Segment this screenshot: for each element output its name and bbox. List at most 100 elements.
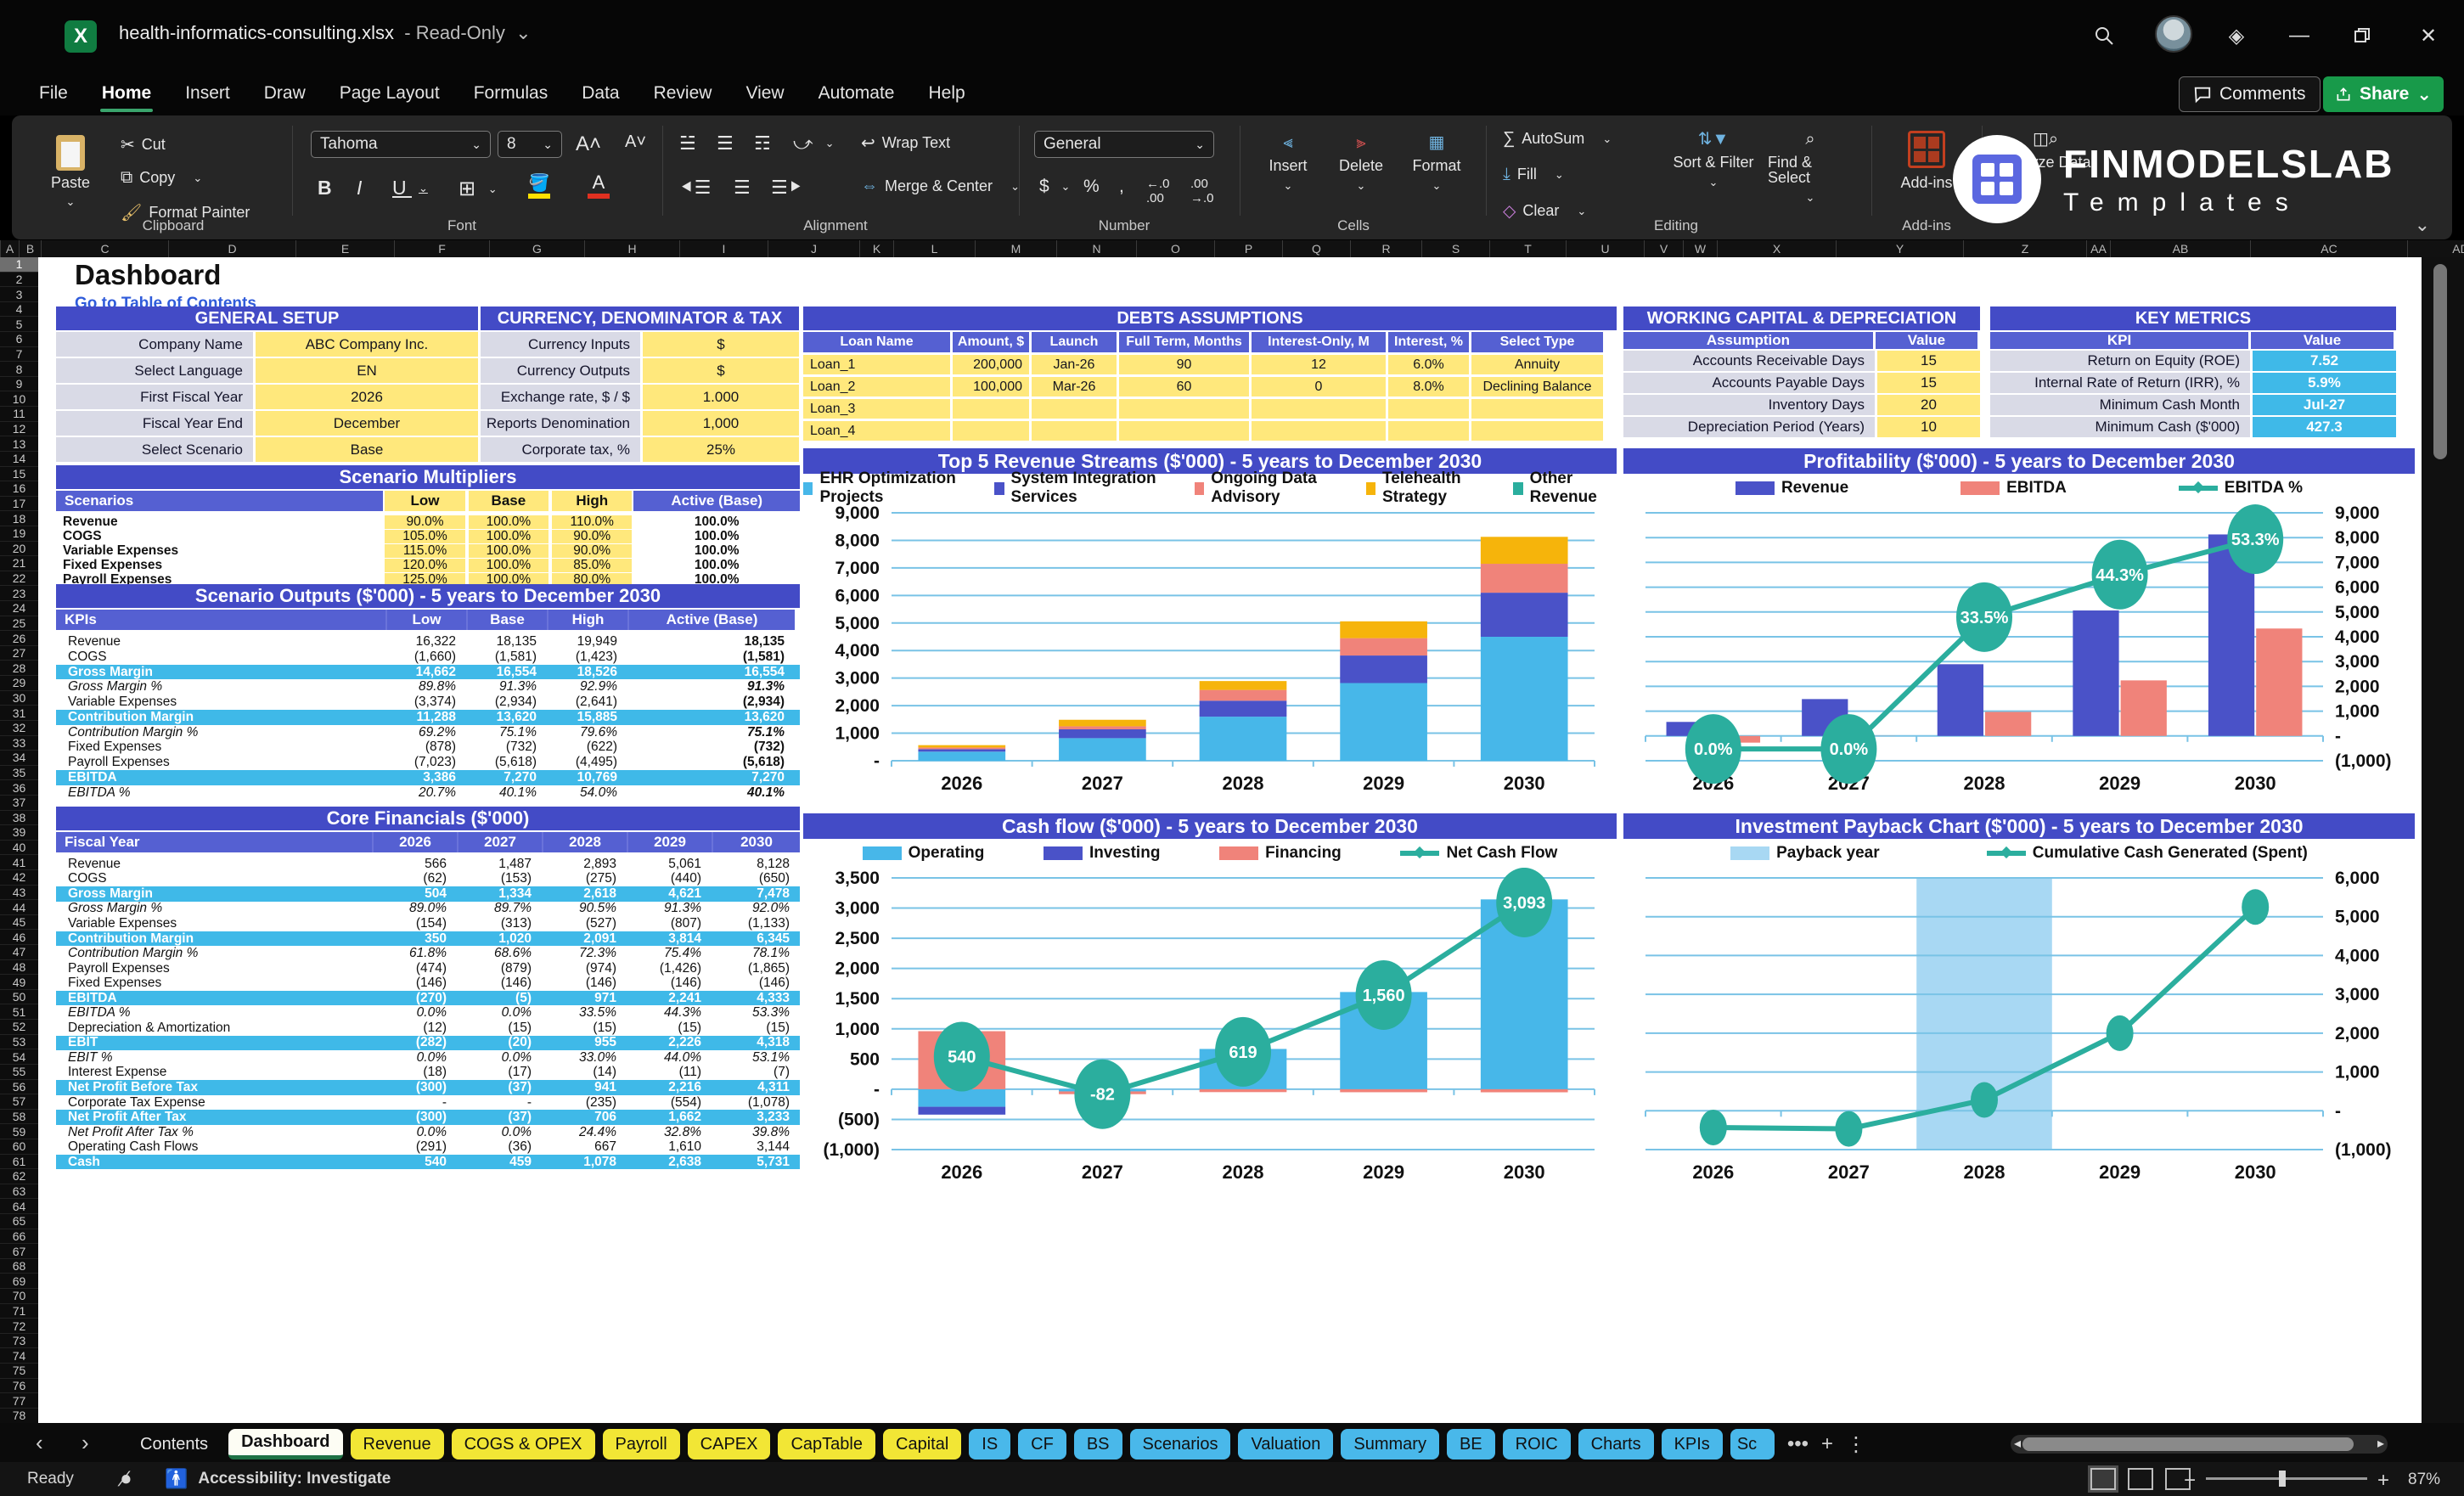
cell-select-language[interactable]: EN <box>256 358 478 383</box>
hscroll-left-icon[interactable]: ◂ <box>2014 1435 2021 1454</box>
row-header-13[interactable]: 13 <box>0 436 38 452</box>
ribbon-tab-draw[interactable]: Draw <box>250 76 319 110</box>
row-header-4[interactable]: 4 <box>0 302 38 318</box>
copy-button[interactable]: ⧉ Copy ⌄ <box>121 168 202 188</box>
row-header-44[interactable]: 44 <box>0 900 38 915</box>
ribbon-tab-view[interactable]: View <box>732 76 797 110</box>
column-headers[interactable]: ABCDEFGHIJKLMNOPQRSTUVWXYZAAABACAD <box>0 240 2464 257</box>
column-header-AA[interactable]: AA <box>2087 240 2111 257</box>
sheet-menu-icon[interactable]: ⋮ <box>1846 1432 1866 1457</box>
accounting-format-icon[interactable]: $ ⌄ <box>1039 177 1070 197</box>
font-size-select[interactable]: 8 ⌄ <box>498 131 562 158</box>
ribbon-tab-page-layout[interactable]: Page Layout <box>326 76 453 110</box>
cell-company-name[interactable]: ABC Company Inc. <box>256 332 478 357</box>
debt-cell[interactable] <box>1471 421 1603 441</box>
prev-sheet-icon[interactable]: ‹ <box>36 1430 43 1456</box>
row-header-8[interactable]: 8 <box>0 362 38 377</box>
cell-accounts-receivable-days[interactable]: 15 <box>1877 351 1980 371</box>
row-header-3[interactable]: 3 <box>0 287 38 302</box>
find-select-button[interactable]: ⌕ Find & Select ⌄ <box>1768 131 1853 203</box>
row-header-74[interactable]: 74 <box>0 1348 38 1364</box>
row-header-35[interactable]: 35 <box>0 766 38 781</box>
row-header-40[interactable]: 40 <box>0 841 38 856</box>
column-header-O[interactable]: O <box>1137 240 1215 257</box>
align-left-icon[interactable]: ⯇☰ <box>679 177 711 199</box>
debt-cell[interactable]: 8.0% <box>1388 377 1469 396</box>
column-header-AB[interactable]: AB <box>2111 240 2251 257</box>
row-headers[interactable]: 1 2 3 4 5 6 7 8 9 10 11 12 13 14 15 16 17 18 19 20 21 22 23 24 2… <box>0 257 38 1424</box>
ribbon-tab-home[interactable]: Home <box>88 76 165 112</box>
debt-cell[interactable]: 0 <box>1252 377 1386 396</box>
new-sheet-button[interactable]: + <box>1821 1432 1833 1456</box>
debt-cell[interactable] <box>1471 399 1603 419</box>
column-header-Z[interactable]: Z <box>1964 240 2087 257</box>
sheet-tab-payroll[interactable]: Payroll <box>602 1429 680 1459</box>
cell-corporate-tax[interactable]: 25% <box>643 437 799 462</box>
increase-decimal-icon[interactable]: ←.0.00 <box>1146 177 1170 205</box>
row-header-28[interactable]: 28 <box>0 661 38 677</box>
column-header-R[interactable]: R <box>1351 240 1422 257</box>
column-header-F[interactable]: F <box>395 240 490 257</box>
row-header-45[interactable]: 45 <box>0 915 38 931</box>
sheet-tab-be[interactable]: BE <box>1446 1429 1495 1459</box>
sheet-tab-scenarios[interactable]: Scenarios <box>1129 1429 1231 1459</box>
row-header-38[interactable]: 38 <box>0 811 38 826</box>
row-header-78[interactable]: 78 <box>0 1409 38 1424</box>
meet-now-icon[interactable]: ◈ <box>2219 19 2253 53</box>
row-header-20[interactable]: 20 <box>0 542 38 557</box>
cell-return-on-equity-roe[interactable]: 7.52 <box>2253 351 2396 371</box>
column-header-T[interactable]: T <box>1490 240 1567 257</box>
debt-cell[interactable] <box>1032 421 1117 441</box>
italic-button[interactable]: I <box>357 177 362 200</box>
row-header-7[interactable]: 7 <box>0 347 38 363</box>
column-header-AD[interactable]: AD <box>2408 240 2464 257</box>
sheet-tab-charts[interactable]: Charts <box>1578 1429 1654 1459</box>
user-avatar[interactable] <box>2155 15 2192 53</box>
underline-button[interactable]: U ⌄ <box>392 177 428 200</box>
column-header-E[interactable]: E <box>296 240 395 257</box>
debt-cell[interactable]: 60 <box>1119 377 1249 396</box>
row-header-46[interactable]: 46 <box>0 930 38 946</box>
cell-exchange-rate[interactable]: 1.000 <box>643 385 799 409</box>
zoom-slider-knob[interactable] <box>2279 1471 2286 1487</box>
macro-record-icon[interactable]: ⏺̸ <box>121 1468 131 1490</box>
search-icon[interactable] <box>2087 19 2121 53</box>
horizontal-scrollbar[interactable]: ◂ ▸ <box>2011 1435 2388 1454</box>
paste-button[interactable]: Paste ⌄ <box>42 129 98 214</box>
row-header-60[interactable]: 60 <box>0 1139 38 1155</box>
orientation-icon[interactable]: ⤻ ⌄ <box>793 132 835 155</box>
sheet-tab-cogs-opex[interactable]: COGS & OPEX <box>451 1429 595 1459</box>
multiplier-cell[interactable]: 100.0% <box>468 529 549 543</box>
column-header-M[interactable]: M <box>976 240 1057 257</box>
multiplier-cell[interactable]: 120.0% <box>385 558 465 573</box>
row-header-1[interactable]: 1 <box>0 257 38 273</box>
row-header-66[interactable]: 66 <box>0 1229 38 1245</box>
row-header-32[interactable]: 32 <box>0 721 38 736</box>
column-header-A[interactable]: A <box>1 240 20 257</box>
row-header-68[interactable]: 68 <box>0 1259 38 1274</box>
debt-cell[interactable] <box>1388 399 1469 419</box>
multiplier-cell[interactable]: 115.0% <box>385 543 465 558</box>
row-header-39[interactable]: 39 <box>0 825 38 841</box>
font-name-select[interactable]: Tahoma ⌄ <box>311 131 491 158</box>
vertical-scrollbar-thumb[interactable] <box>2433 264 2447 459</box>
cell-accounts-payable-days[interactable]: 15 <box>1877 373 1980 393</box>
sheet-tab-bs[interactable]: BS <box>1073 1429 1122 1459</box>
vertical-scrollbar[interactable] <box>2422 257 2464 1423</box>
close-button[interactable]: ✕ <box>2411 19 2445 53</box>
row-header-65[interactable]: 65 <box>0 1214 38 1229</box>
cell-first-fiscal-year[interactable]: 2026 <box>256 385 478 409</box>
column-header-H[interactable]: H <box>585 240 680 257</box>
sort-filter-button[interactable]: ⇅▼ Sort & Filter ⌄ <box>1673 131 1754 188</box>
cut-button[interactable]: ✂ Cut <box>121 134 166 155</box>
column-header-I[interactable]: I <box>680 240 768 257</box>
row-header-52[interactable]: 52 <box>0 1020 38 1035</box>
zoom-in-icon[interactable]: + <box>2377 1469 2389 1493</box>
debt-cell[interactable] <box>1252 399 1386 419</box>
row-header-16[interactable]: 16 <box>0 481 38 497</box>
zoom-out-icon[interactable]: − <box>2184 1469 2196 1493</box>
comma-style-icon[interactable]: , <box>1119 177 1124 197</box>
cell-select-scenario[interactable]: Base <box>256 437 478 462</box>
cell-fiscal-year-end[interactable]: December <box>256 411 478 436</box>
row-header-42[interactable]: 42 <box>0 870 38 886</box>
